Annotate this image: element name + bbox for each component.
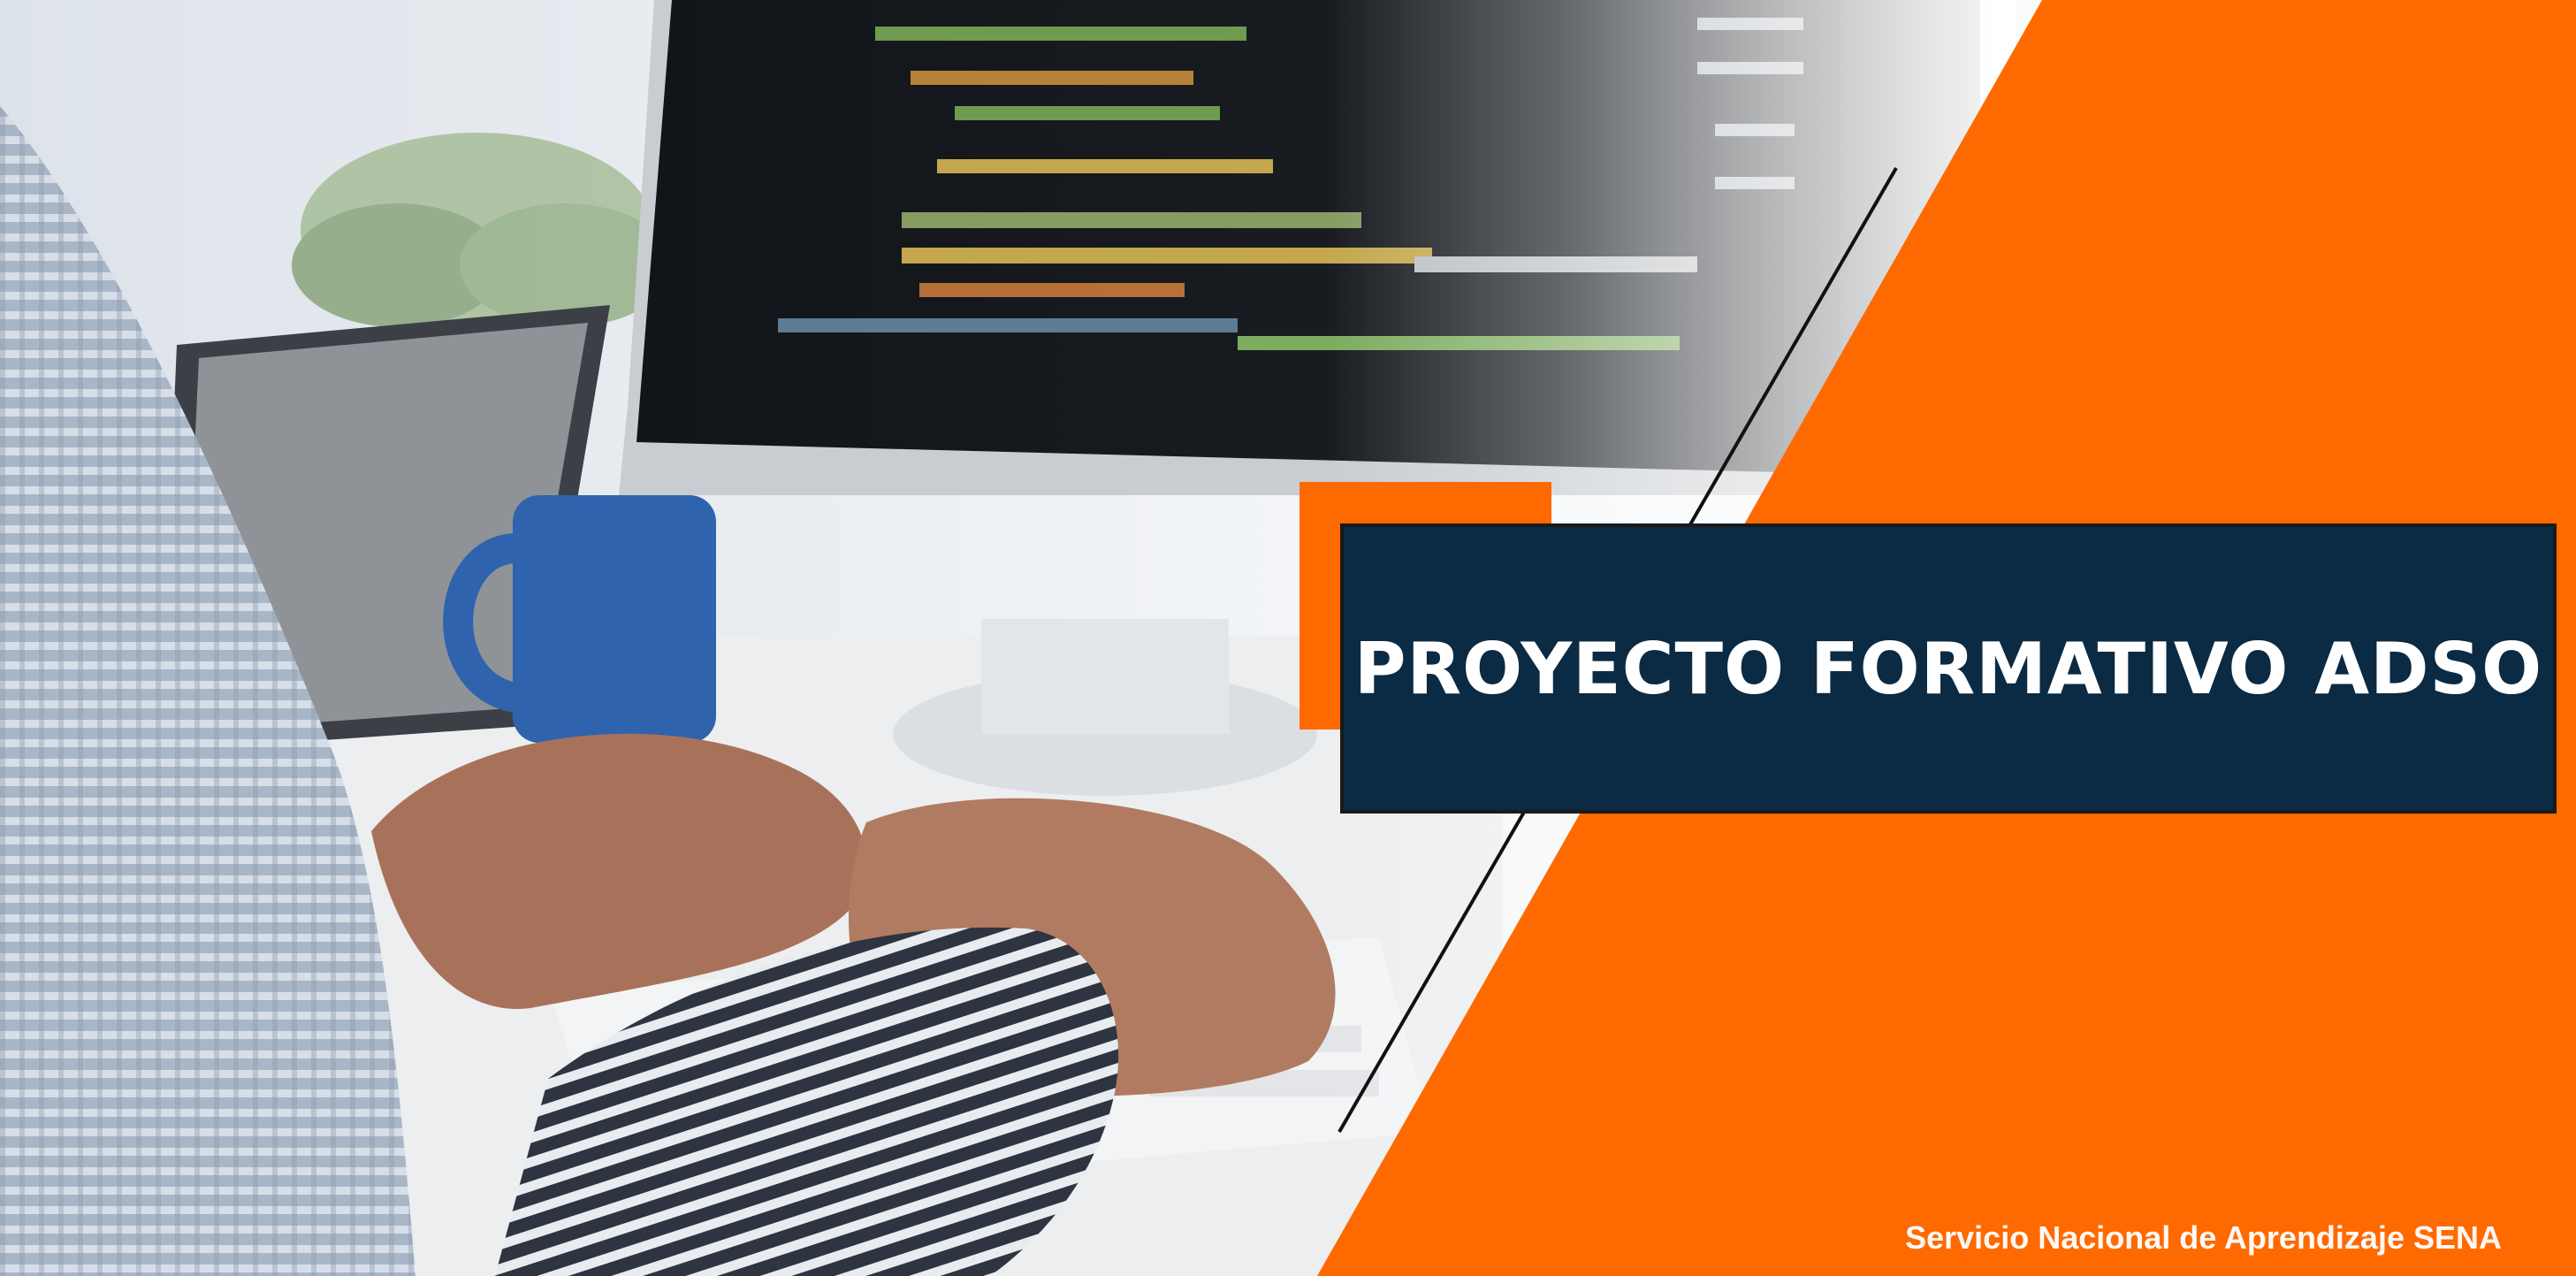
banner: PROYECTO FORMATIVO ADSO Servicio Naciona… [0,0,2576,1276]
page-title: PROYECTO FORMATIVO ADSO [1353,627,2543,710]
title-box: PROYECTO FORMATIVO ADSO [1340,523,2557,814]
footer-org-name: Servicio Nacional de Aprendizaje SENA [1905,1219,2502,1256]
